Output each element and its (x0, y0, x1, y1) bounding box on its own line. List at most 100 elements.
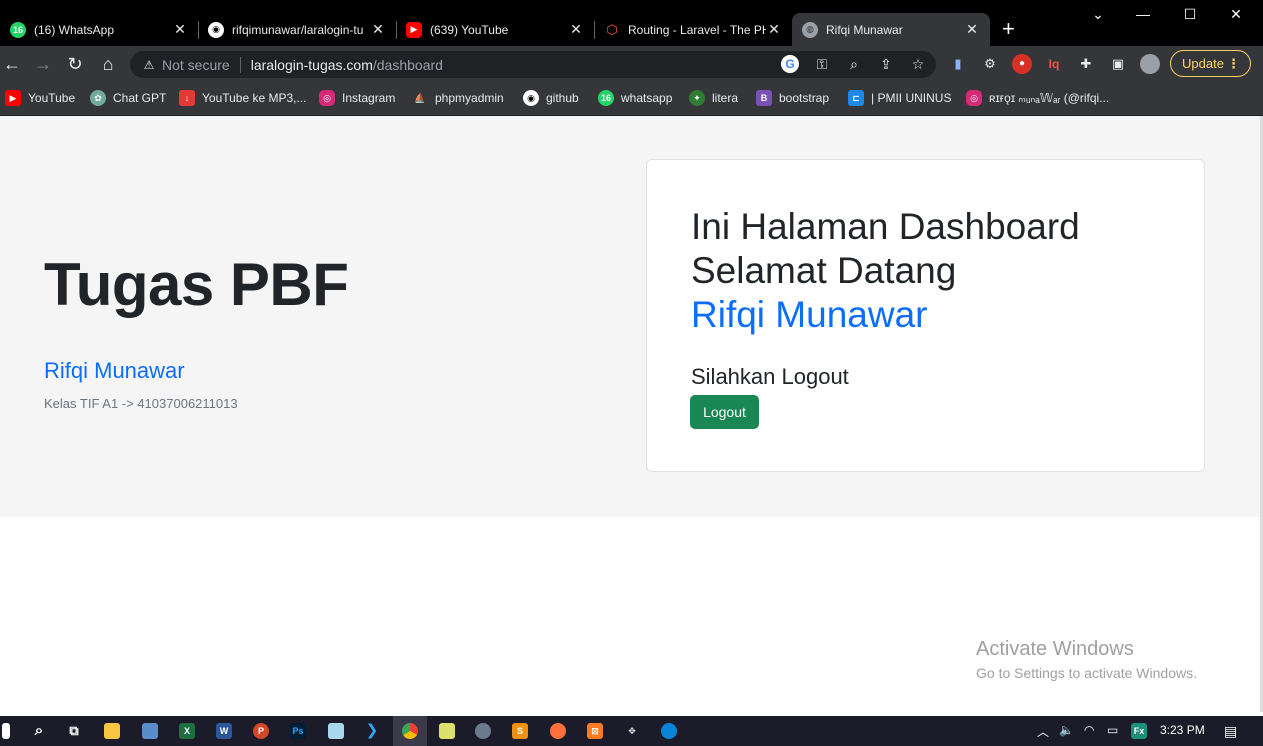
notepad-icon[interactable] (328, 723, 344, 739)
home-button[interactable]: ⌂ (98, 54, 118, 74)
bookmark-youtube[interactable]: ▶ YouTube (5, 90, 75, 106)
settings-gear-icon[interactable]: ⚙ (980, 54, 1000, 74)
zoom-icon[interactable]: ⌕ (845, 55, 863, 73)
clock[interactable]: 3:23 PM (1160, 723, 1205, 737)
dashboard-card: Ini Halaman Dashboard Selamat Datang Rif… (646, 159, 1205, 472)
battery-icon[interactable]: ▭ (1107, 723, 1118, 737)
bookmark-pmii[interactable]: ⊏ | PMII UNINUS (848, 90, 951, 106)
close-icon[interactable]: ✕ (964, 21, 980, 38)
photoshop-icon[interactable]: Ps (290, 723, 306, 739)
download-icon: ↓ (179, 90, 195, 106)
bookmark-litera[interactable]: ✦ litera (689, 90, 738, 106)
bookmark-chatgpt[interactable]: ✿ Chat GPT (90, 90, 166, 106)
bookmark-label: whatsapp (621, 91, 673, 105)
edge-icon[interactable] (661, 723, 677, 739)
tab-youtube[interactable]: ▶ (639) YouTube ✕ (396, 13, 594, 46)
extension-docs-icon[interactable]: ▮ (948, 54, 968, 74)
app-icon[interactable]: ✥ (624, 723, 640, 739)
bookmarks-bar: ▶ YouTube ✿ Chat GPT ↓ YouTube ke MP3,..… (0, 82, 1263, 116)
bookmark-bootstrap[interactable]: B bootstrap (756, 90, 829, 106)
extension-record-icon[interactable]: ● (1012, 54, 1032, 74)
app-icon[interactable] (475, 723, 491, 739)
activate-windows-watermark: Activate Windows Go to Settings to activ… (976, 638, 1197, 681)
reload-button[interactable]: ↻ (65, 54, 85, 74)
firefox-icon[interactable] (550, 723, 566, 739)
tab-active-rifqi[interactable]: ◍ Rifqi Munawar ✕ (792, 13, 990, 46)
chrome-icon[interactable] (402, 723, 418, 739)
tray-app-icon[interactable]: Fx (1131, 723, 1147, 739)
update-label: Update (1182, 56, 1224, 71)
search-icon[interactable]: ⌕ (31, 723, 47, 739)
excel-icon[interactable]: X (179, 723, 195, 739)
watermark-subtitle: Go to Settings to activate Windows. (976, 665, 1197, 681)
author-link[interactable]: Rifqi Munawar (44, 358, 185, 384)
new-tab-button[interactable]: + (1002, 16, 1015, 42)
bookmark-star-icon[interactable]: ☆ (909, 55, 927, 73)
powerpoint-icon[interactable]: P (253, 723, 269, 739)
close-icon[interactable]: ✕ (568, 21, 584, 38)
avatar[interactable] (1140, 54, 1160, 74)
bookmark-label: YouTube ke MP3,... (202, 91, 307, 105)
address-bar[interactable]: ⚠ Not secure laralogin-tugas.com/dashboa… (130, 51, 936, 78)
tab-whatsapp[interactable]: 16 (16) WhatsApp ✕ (0, 13, 198, 46)
close-icon[interactable]: ✕ (766, 21, 782, 38)
close-icon[interactable]: ✕ (172, 21, 188, 38)
word-icon[interactable]: W (216, 723, 232, 739)
bookmark-label: YouTube (28, 91, 76, 105)
pmii-icon: ⊏ (848, 90, 864, 106)
volume-icon[interactable]: 🔈 (1059, 723, 1074, 737)
notepadpp-icon[interactable] (439, 723, 455, 739)
dashboard-heading: Ini Halaman Dashboard (691, 206, 1080, 247)
url-host[interactable]: laralogin-tugas.com (251, 57, 373, 73)
bookmark-instagram-rifqi[interactable]: ◎ ʀɪғǫɪ ₘᵤₙₐ𝕎ₐᵣ (@rifqi... (966, 90, 1109, 106)
browser-toolbar: ← → ↻ ⌂ ⚠ Not secure laralogin-tugas.com… (0, 46, 1263, 82)
sublime-icon[interactable]: S (512, 723, 528, 739)
start-button[interactable] (2, 723, 10, 739)
tab-laravel[interactable]: ⬡ Routing - Laravel - The PH ✕ (594, 13, 792, 46)
bookmark-label: ʀɪғǫɪ ₘᵤₙₐ𝕎ₐᵣ (@rifqi... (989, 91, 1110, 105)
vscode-icon[interactable]: ❯ (364, 723, 380, 739)
wifi-icon[interactable]: ◠ (1084, 723, 1094, 737)
bookmark-youtube-mp3[interactable]: ↓ YouTube ke MP3,... (179, 90, 307, 106)
bookmark-label: Instagram (342, 91, 396, 105)
whatsapp-icon: 16 (598, 90, 614, 106)
maximize-button[interactable]: ☐ (1175, 6, 1205, 23)
tab-github[interactable]: ◉ rifqimunawar/laralogin-tu ✕ (198, 13, 396, 46)
warning-icon[interactable]: ⚠ (142, 58, 156, 72)
task-view-icon[interactable]: ⧉ (66, 723, 82, 739)
bookmark-github[interactable]: ◉ github (523, 90, 579, 106)
security-label[interactable]: Not secure (162, 57, 230, 73)
url-path[interactable]: /dashboard (373, 57, 443, 73)
kebab-menu-icon[interactable]: ⋮ (1227, 51, 1240, 76)
welcome-heading: Selamat Datang (691, 250, 957, 291)
google-icon[interactable]: G (781, 55, 799, 73)
xampp-icon[interactable]: ⊠ (587, 723, 603, 739)
chevron-up-icon[interactable]: ︿ (1037, 723, 1049, 740)
youtube-icon: ▶ (5, 90, 21, 106)
puzzle-extensions-icon[interactable]: ✚ (1076, 54, 1096, 74)
back-button[interactable]: ← (2, 54, 22, 74)
tab-search-chevron-icon[interactable]: ⌄ (1083, 6, 1113, 23)
github-icon: ◉ (523, 90, 539, 106)
user-name-heading: Rifqi Munawar (691, 294, 928, 335)
extension-iq-icon[interactable]: Iq (1044, 54, 1064, 74)
logout-button[interactable]: Logout (690, 395, 759, 429)
phpmyadmin-icon: ⛵ (414, 92, 426, 103)
forward-button[interactable]: → (33, 54, 53, 74)
bookmark-whatsapp[interactable]: 16 whatsapp (598, 90, 672, 106)
notification-icon[interactable]: ▤ (1224, 723, 1237, 740)
minimize-button[interactable]: — (1128, 6, 1158, 22)
close-icon[interactable]: ✕ (370, 21, 386, 38)
whatsapp-icon: 16 (10, 21, 26, 38)
omnibox-divider (239, 56, 241, 73)
app-icon[interactable] (142, 723, 158, 739)
globe-icon: ◍ (802, 21, 818, 38)
key-icon[interactable]: ⚿ (813, 55, 831, 73)
bookmark-phpmyadmin[interactable]: ⛵ phpmyadmin (412, 90, 503, 106)
update-button[interactable]: Update ⋮ (1170, 50, 1251, 77)
share-icon[interactable]: ⇪ (877, 55, 895, 73)
side-panel-icon[interactable]: ▣ (1108, 54, 1128, 74)
bookmark-instagram[interactable]: ◎ Instagram (319, 90, 395, 106)
file-explorer-icon[interactable] (104, 723, 120, 739)
window-close-button[interactable]: ✕ (1221, 6, 1251, 23)
